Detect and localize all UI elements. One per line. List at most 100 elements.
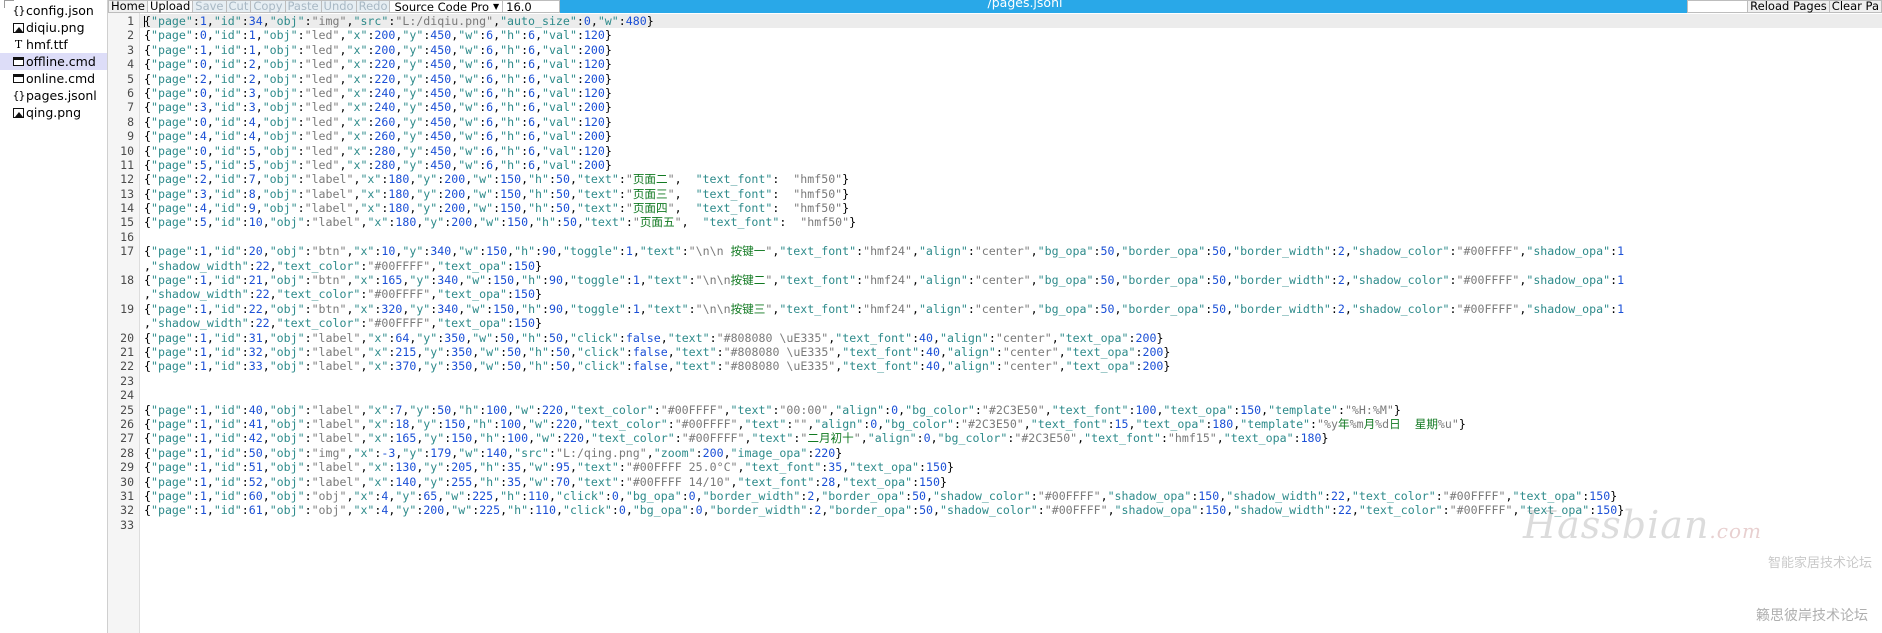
code-line[interactable]: {"page":1,"id":21,"obj":"btn","x":165,"y… bbox=[140, 273, 1882, 287]
app-window: {} config.json diqiu.png Thmf.ttf offline.cm… bbox=[0, 0, 1882, 633]
font-size-input[interactable]: 16.0 bbox=[502, 0, 561, 14]
code-line[interactable]: {"page":4,"id":4,"obj":"led","x":260,"y"… bbox=[140, 129, 1882, 143]
line-number: 28 bbox=[120, 445, 134, 460]
line-number: 9 bbox=[127, 129, 134, 144]
code-line[interactable]: {"page":1,"id":51,"obj":"label","x":130,… bbox=[140, 460, 1882, 474]
code-line[interactable]: {"page":3,"id":8,"obj":"label","x":180,"… bbox=[140, 187, 1882, 201]
code-line[interactable]: {"page":1,"id":20,"obj":"btn","x":10,"y"… bbox=[140, 244, 1882, 258]
code-line[interactable]: {"page":1,"id":42,"obj":"label","x":165,… bbox=[140, 431, 1882, 445]
line-number: 14 bbox=[120, 201, 134, 216]
clear-pages-button[interactable]: Clear Pa bbox=[1828, 0, 1882, 13]
code-line[interactable] bbox=[140, 230, 1882, 244]
code-line[interactable]: {"page":1,"id":61,"obj":"obj","x":4,"y":… bbox=[140, 503, 1882, 517]
file-item-config-json[interactable]: {} config.json bbox=[0, 2, 107, 19]
line-number: 29 bbox=[120, 460, 134, 475]
line-number: 12 bbox=[120, 172, 134, 187]
font-file-icon: T bbox=[14, 38, 23, 51]
line-number: 11 bbox=[120, 157, 134, 172]
line-number: 5 bbox=[127, 71, 134, 86]
file-item-hmf-ttf[interactable]: Thmf.ttf bbox=[0, 36, 107, 53]
line-number bbox=[108, 259, 139, 273]
line-number: 33 bbox=[120, 517, 134, 532]
font-family-select[interactable]: Source Code Pro ▼ bbox=[389, 0, 503, 14]
code-line[interactable]: {"page":1,"id":34,"obj":"img","src":"L:/… bbox=[140, 14, 1882, 29]
json-file-icon: {} bbox=[12, 89, 26, 102]
line-number bbox=[108, 287, 139, 301]
code-line[interactable]: {"page":2,"id":7,"obj":"label","x":180,"… bbox=[140, 172, 1882, 186]
code-line[interactable]: {"page":1,"id":41,"obj":"label","x":18,"… bbox=[140, 417, 1882, 431]
code-line-wrapped[interactable]: ,"shadow_width":22,"text_color":"#00FFFF… bbox=[140, 259, 1882, 273]
code-line[interactable]: {"page":0,"id":2,"obj":"led","x":220,"y"… bbox=[140, 57, 1882, 71]
pages-input[interactable] bbox=[1687, 0, 1748, 13]
line-number: 25 bbox=[120, 402, 134, 417]
line-number: 4 bbox=[127, 57, 134, 72]
code-line-wrapped[interactable]: ,"shadow_width":22,"text_color":"#00FFFF… bbox=[140, 316, 1882, 330]
line-number: 6 bbox=[127, 85, 134, 100]
code-content[interactable]: {"page":1,"id":34,"obj":"img","src":"L:/… bbox=[140, 13, 1882, 633]
line-number: 21 bbox=[120, 344, 134, 359]
code-line[interactable]: {"page":3,"id":3,"obj":"led","x":240,"y"… bbox=[140, 100, 1882, 114]
code-line[interactable] bbox=[140, 518, 1882, 532]
code-line[interactable]: {"page":0,"id":5,"obj":"led","x":280,"y"… bbox=[140, 144, 1882, 158]
toolbar-button-upload[interactable]: Upload bbox=[146, 0, 193, 13]
code-line[interactable]: {"page":1,"id":52,"obj":"label","x":140,… bbox=[140, 475, 1882, 489]
line-number: 15 bbox=[120, 215, 134, 230]
code-line[interactable]: {"page":5,"id":5,"obj":"led","x":280,"y"… bbox=[140, 158, 1882, 172]
code-line[interactable]: {"page":0,"id":3,"obj":"led","x":240,"y"… bbox=[140, 86, 1882, 100]
line-number: 22 bbox=[120, 359, 134, 374]
file-item-label: hmf.ttf bbox=[26, 37, 68, 52]
file-item-label: offline.cmd bbox=[26, 54, 96, 69]
code-line[interactable]: {"page":1,"id":32,"obj":"label","x":215,… bbox=[140, 345, 1882, 359]
file-item-pages-jsonl[interactable]: {} pages.jsonl bbox=[0, 87, 107, 104]
code-editor[interactable]: 1 2 3 4 5 6 7 8 9 10 11 12 13 14 15 16 17 18 19 20 21 22 23… bbox=[108, 13, 1882, 633]
toolbar-button-paste: Paste bbox=[284, 0, 321, 13]
toolbar-button-copy: Copy bbox=[250, 0, 285, 13]
line-number: 17 bbox=[120, 244, 134, 259]
file-item-diqiu-png[interactable]: diqiu.png bbox=[0, 19, 107, 36]
file-item-label: config.json bbox=[26, 3, 94, 18]
code-line[interactable]: {"page":2,"id":2,"obj":"led","x":220,"y"… bbox=[140, 72, 1882, 86]
file-item-qing-png[interactable]: qing.png bbox=[0, 104, 107, 121]
image-file-icon bbox=[12, 21, 25, 34]
code-line[interactable]: {"page":0,"id":4,"obj":"led","x":260,"y"… bbox=[140, 115, 1882, 129]
line-number: 20 bbox=[120, 330, 134, 345]
code-line[interactable]: {"page":0,"id":1,"obj":"led","x":200,"y"… bbox=[140, 28, 1882, 42]
line-number: 26 bbox=[120, 416, 134, 431]
toolbar: Home Upload Save Cut Copy Paste Undo Redo Source… bbox=[108, 0, 561, 14]
line-number: 27 bbox=[120, 431, 134, 446]
file-list: {} config.json diqiu.png Thmf.ttf offline.cm… bbox=[0, 2, 107, 121]
line-number: 8 bbox=[127, 114, 134, 129]
file-item-label: pages.jsonl bbox=[26, 88, 97, 103]
line-number: 31 bbox=[120, 488, 134, 503]
line-number: 3 bbox=[127, 42, 134, 57]
code-line[interactable]: {"page":5,"id":10,"obj":"label","x":180,… bbox=[140, 215, 1882, 229]
line-number: 10 bbox=[120, 143, 134, 158]
line-number: 7 bbox=[127, 100, 134, 115]
chevron-down-icon: ▼ bbox=[492, 1, 500, 11]
file-item-online-cmd[interactable]: online.cmd bbox=[0, 70, 107, 87]
toolbar-button-home[interactable]: Home bbox=[108, 0, 147, 13]
tree-root-connector bbox=[4, 0, 14, 8]
line-number: 2 bbox=[127, 28, 134, 43]
code-line[interactable]: {"page":1,"id":1,"obj":"led","x":200,"y"… bbox=[140, 43, 1882, 57]
file-item-offline-cmd[interactable]: offline.cmd bbox=[0, 53, 107, 70]
code-line-wrapped[interactable]: ,"shadow_width":22,"text_color":"#00FFFF… bbox=[140, 287, 1882, 301]
code-line[interactable]: {"page":1,"id":22,"obj":"btn","x":320,"y… bbox=[140, 302, 1882, 316]
code-line[interactable]: {"page":1,"id":40,"obj":"label","x":7,"y… bbox=[140, 403, 1882, 417]
code-line[interactable]: {"page":1,"id":31,"obj":"label","x":64,"… bbox=[140, 331, 1882, 345]
line-number: 30 bbox=[120, 474, 134, 489]
code-line[interactable]: {"page":1,"id":60,"obj":"obj","x":4,"y":… bbox=[140, 489, 1882, 503]
code-line[interactable]: {"page":1,"id":33,"obj":"label","x":370,… bbox=[140, 359, 1882, 373]
code-line[interactable] bbox=[140, 374, 1882, 388]
reload-pages-button[interactable]: Reload Pages bbox=[1747, 0, 1829, 13]
file-item-label: online.cmd bbox=[26, 71, 96, 86]
line-number-gutter: 1 2 3 4 5 6 7 8 9 10 11 12 13 14 15 16 17 18 19 20 21 22 23… bbox=[108, 13, 140, 633]
toolbar-button-undo: Undo bbox=[320, 0, 356, 13]
code-line[interactable]: {"page":1,"id":50,"obj":"img","x":-3,"y"… bbox=[140, 446, 1882, 460]
toolbar-right: Reload Pages Clear Pa bbox=[1687, 0, 1882, 13]
code-line[interactable] bbox=[140, 388, 1882, 402]
code-line[interactable]: {"page":4,"id":9,"obj":"label","x":180,"… bbox=[140, 201, 1882, 215]
font-family-value: Source Code Pro bbox=[394, 0, 489, 14]
file-item-label: diqiu.png bbox=[26, 20, 85, 35]
toolbar-button-save: Save bbox=[192, 0, 226, 13]
